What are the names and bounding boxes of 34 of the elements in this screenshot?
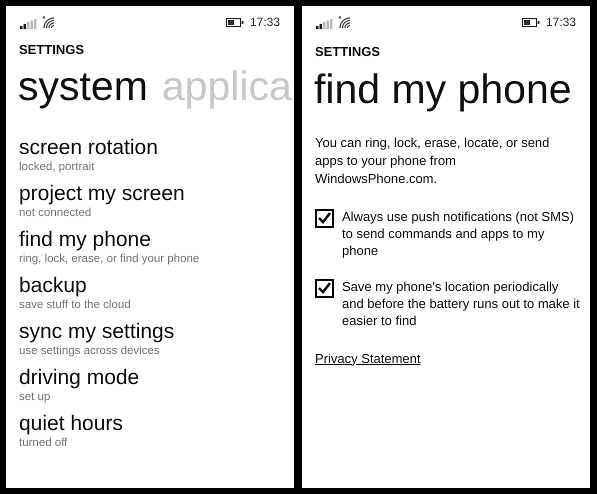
checkmark-icon: [318, 282, 331, 294]
setting-subtitle: use settings across devices: [19, 344, 161, 358]
page-header: SETTINGS: [19, 41, 86, 59]
setting-title[interactable]: quiet hours: [19, 410, 294, 436]
clock-time: 17:33: [546, 14, 576, 31]
signal-icon: [316, 18, 333, 28]
description-text: You can ring, lock, erase, locate, or send apps to your phone from WindowsPhone.com.: [315, 134, 550, 188]
setting-subtitle: not connected: [19, 206, 92, 220]
setting-subtitle: turned off: [19, 436, 68, 450]
setting-subtitle: save stuff to the cloud: [19, 298, 132, 312]
clock-time: 17:33: [250, 14, 280, 31]
wifi-icon: [338, 16, 352, 28]
page-header: SETTINGS: [315, 43, 382, 61]
battery-icon: [226, 18, 244, 26]
setting-subtitle: ring, lock, erase, or find your phone: [19, 252, 200, 266]
setting-subtitle: set up: [19, 390, 52, 404]
setting-subtitle: locked, portrait: [19, 160, 96, 174]
setting-title[interactable]: project my screen: [19, 180, 294, 206]
wifi-icon: [42, 16, 56, 28]
checkbox[interactable]: [315, 278, 334, 298]
page-title: find my phone: [314, 64, 573, 114]
privacy-link[interactable]: Privacy Statement: [315, 348, 420, 368]
checkbox-label: Always use push notifications (not SMS) to send commands and apps to my phone: [342, 208, 575, 258]
battery-icon: [522, 18, 540, 26]
checkmark-icon: [318, 212, 331, 224]
setting-title[interactable]: find my phone: [19, 226, 294, 252]
checkbox-label: Save my phone's location periodically and before the battery runs out to make it easier to find: [342, 278, 581, 328]
setting-title[interactable]: sync my settings: [19, 318, 294, 344]
setting-title[interactable]: driving mode: [19, 364, 294, 390]
pivot-tab[interactable]: system: [18, 58, 148, 114]
signal-icon: [20, 18, 37, 28]
checkbox[interactable]: [315, 208, 334, 228]
setting-title[interactable]: screen rotation: [19, 134, 294, 160]
setting-title[interactable]: backup: [19, 272, 294, 298]
